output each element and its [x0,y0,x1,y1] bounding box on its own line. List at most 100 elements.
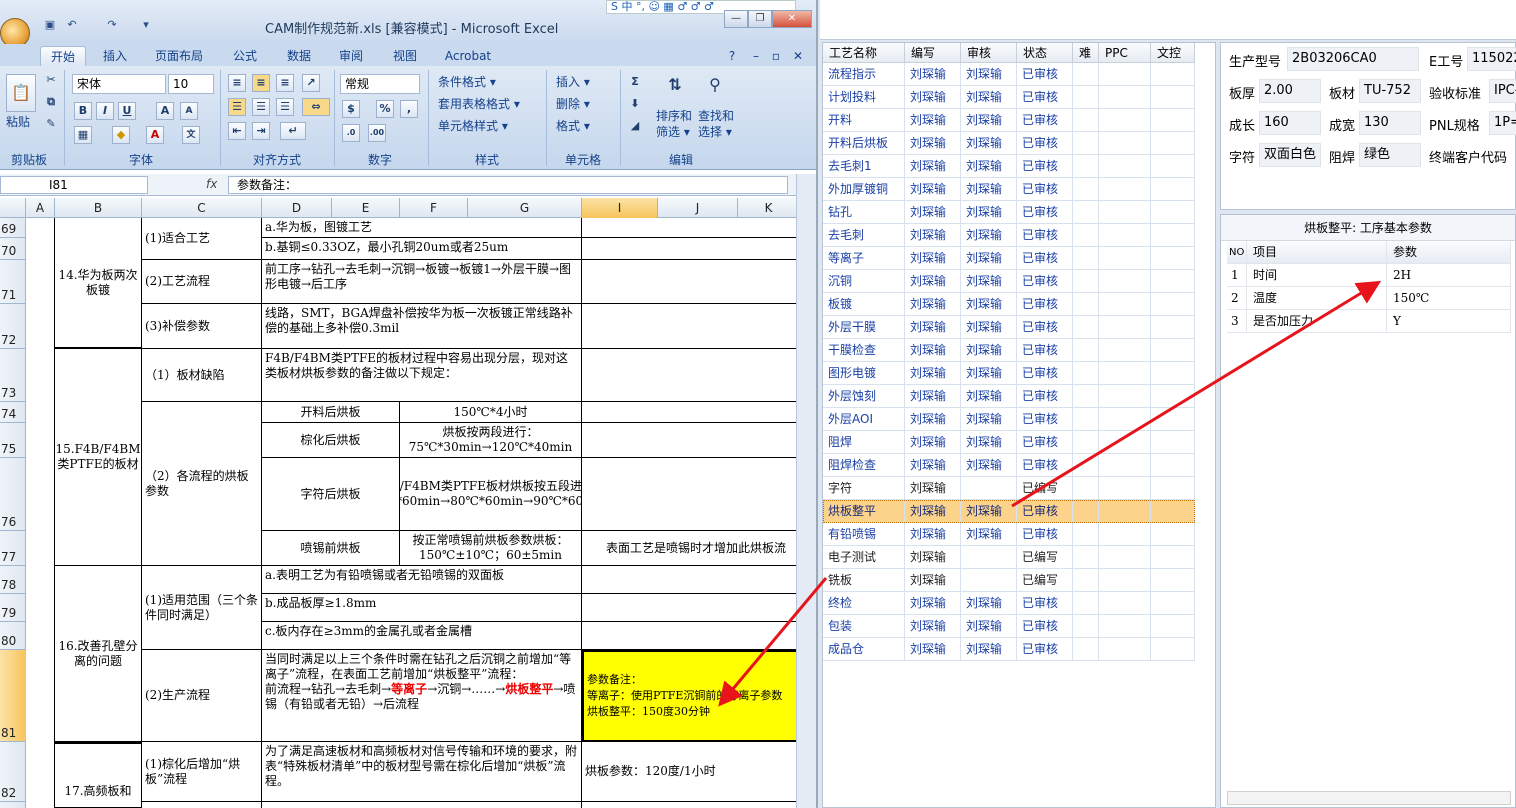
length-field[interactable]: 160 [1259,111,1321,135]
number-format-select[interactable]: 常规 [340,74,420,94]
process-cell[interactable]: 已审核 [1017,63,1073,86]
process-cell[interactable]: 刘琛输 [961,109,1017,132]
cell[interactable]: (2)生产流程 [142,650,262,742]
process-cell[interactable]: 刘琛输 [905,431,961,454]
process-cell[interactable] [1151,155,1195,178]
process-cell[interactable] [1099,454,1151,477]
process-cell[interactable] [1099,385,1151,408]
process-cell[interactable]: 已审核 [1017,408,1073,431]
process-cell[interactable]: 已审核 [1017,638,1073,661]
process-cell[interactable]: 刘琛输 [961,638,1017,661]
process-cell[interactable]: 刘琛输 [961,431,1017,454]
increase-decimal-icon[interactable]: .0 [342,124,360,142]
silkscreen-field[interactable]: 双面白色 [1259,143,1321,167]
font-name-select[interactable]: 宋体 [72,74,166,94]
row-header[interactable]: 81 [0,650,26,742]
font-color-icon[interactable]: A [146,126,164,144]
process-cell[interactable]: 已审核 [1017,86,1073,109]
horizontal-scrollbar[interactable] [1227,791,1511,805]
cell[interactable]: a.表明工艺为有铅喷锡或者无铅喷锡的双面板 [262,566,582,594]
cell[interactable]: 按正常喷锡前烘板参数烘板：150℃±10℃；60±5min [400,531,582,566]
process-cell[interactable]: 已审核 [1017,109,1073,132]
process-cell[interactable]: 已审核 [1017,615,1073,638]
process-cell[interactable] [1151,178,1195,201]
process-cell[interactable]: 刘琛输 [905,546,961,569]
process-cell[interactable]: 刘琛输 [961,63,1017,86]
process-cell[interactable] [1151,201,1195,224]
cell[interactable] [582,622,796,650]
cell[interactable] [262,802,582,808]
increase-indent-icon[interactable]: ⇥ [252,122,270,140]
column-header[interactable]: B [55,198,142,218]
tab-formulas[interactable]: 公式 [224,46,266,66]
column-header[interactable]: G [468,198,582,218]
decrease-decimal-icon[interactable]: .00 [368,124,386,142]
process-cell[interactable]: 刘琛输 [961,523,1017,546]
param-no-cell[interactable]: 3 [1227,310,1247,333]
align-top-icon[interactable]: ≡ [228,74,246,92]
process-name-cell[interactable]: 外加厚镀铜 [823,178,905,201]
process-cell[interactable] [1099,408,1151,431]
minimize-button[interactable]: — [724,10,748,28]
process-name-cell[interactable]: 等离子 [823,247,905,270]
select-all[interactable] [0,198,26,218]
redo-icon[interactable]: ↷ [104,18,120,32]
format-cells-button[interactable]: 格式 ▾ [556,118,590,134]
process-cell[interactable] [1099,362,1151,385]
underline-icon[interactable]: U [118,102,136,120]
orientation-icon[interactable]: ↗ [302,74,320,92]
shrink-font-icon[interactable]: A [180,102,198,120]
cell[interactable]: a.华为板，图镀工艺 [262,218,582,238]
thickness-field[interactable]: 2.00 [1259,79,1321,103]
phonetic-icon[interactable]: 文 [182,126,200,144]
process-name-cell[interactable]: 流程指示 [823,63,905,86]
process-cell[interactable] [1099,546,1151,569]
process-cell[interactable]: 刘琛输 [961,155,1017,178]
process-cell[interactable]: 刘琛输 [961,132,1017,155]
process-cell[interactable] [1073,408,1099,431]
cell[interactable]: c.板内存在≥3mm的金属孔或者金属槽 [262,622,582,650]
process-cell[interactable]: 已审核 [1017,155,1073,178]
process-cell[interactable] [1099,63,1151,86]
process-cell[interactable] [1099,339,1151,362]
process-cell[interactable] [1073,500,1099,523]
cell[interactable]: F4B/F4BM类PTFE的板材过程中容易出现分层，现对这类板材烘板参数的备注做… [262,349,582,402]
process-cell[interactable] [1073,546,1099,569]
italic-icon[interactable]: I [96,102,114,120]
process-name-cell[interactable]: 板镀 [823,293,905,316]
param-value-cell[interactable]: 2H [1387,264,1511,287]
row-header[interactable]: 76 [0,458,26,531]
cell-styles-button[interactable]: 单元格样式 ▾ [438,118,508,134]
process-cell[interactable]: 已编写 [1017,546,1073,569]
column-header[interactable]: 难 [1073,43,1099,63]
process-cell[interactable]: 已审核 [1017,592,1073,615]
process-name-cell[interactable]: 计划投料 [823,86,905,109]
process-cell[interactable] [1073,86,1099,109]
process-cell[interactable]: 刘琛输 [905,201,961,224]
border-icon[interactable]: ▦ [74,126,92,144]
process-cell[interactable]: 刘琛输 [961,385,1017,408]
align-bottom-icon[interactable]: ≡ [276,74,294,92]
process-cell[interactable]: 已审核 [1017,224,1073,247]
process-cell[interactable] [1099,569,1151,592]
doc-close-icon[interactable]: ✕ [790,46,806,66]
process-cell[interactable] [1099,155,1151,178]
column-header[interactable]: 参数 [1387,241,1511,264]
process-cell[interactable] [1151,362,1195,385]
standard-field[interactable]: IPC- [1489,79,1516,103]
column-header[interactable]: K [738,198,800,218]
cell[interactable] [582,304,796,349]
process-cell[interactable]: 刘琛输 [961,316,1017,339]
help-icon[interactable]: ? [722,46,742,66]
process-cell[interactable] [1073,523,1099,546]
row-header[interactable]: 82 [0,742,26,802]
process-cell[interactable] [1073,339,1099,362]
process-cell[interactable] [1073,569,1099,592]
process-cell[interactable]: 刘琛输 [905,293,961,316]
close-button[interactable]: ✕ [772,10,812,28]
process-cell[interactable] [1073,362,1099,385]
fill-icon[interactable]: ⬇ [626,96,644,114]
formula-input[interactable]: 参数备注： [228,176,788,194]
cell[interactable] [582,349,796,402]
pnl-field[interactable]: 1P= [1489,111,1516,135]
